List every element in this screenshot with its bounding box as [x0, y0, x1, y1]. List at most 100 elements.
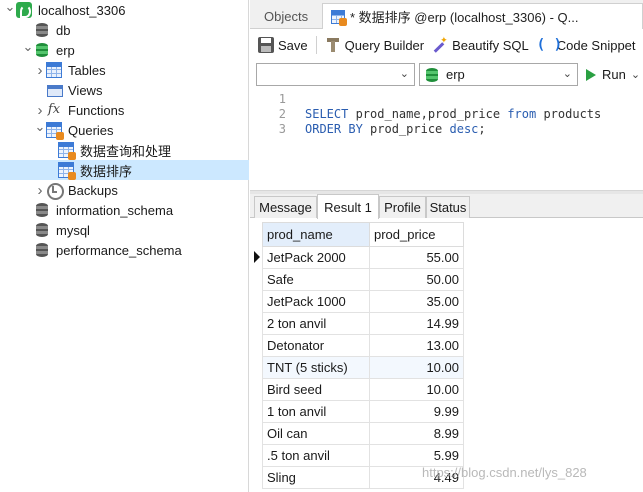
tab-query-editor[interactable]: * 数据排序 @erp (localhost_3306) - Q...: [322, 3, 643, 29]
cell-prod-name[interactable]: Safe: [262, 268, 370, 291]
connection-icon: [16, 2, 32, 18]
cell-prod-price[interactable]: 5.99: [369, 444, 464, 467]
tree-item[interactable]: ⌄ erp: [0, 37, 249, 60]
function-icon: fx: [47, 102, 61, 117]
cell-prod-price[interactable]: 10.00: [369, 378, 464, 401]
cell-prod-name[interactable]: Detonator: [262, 334, 370, 357]
table-row[interactable]: Oil can 8.99: [262, 422, 464, 445]
table-row[interactable]: Bird seed 10.00: [262, 378, 464, 401]
cell-prod-price[interactable]: 55.00: [369, 246, 464, 269]
tree-item[interactable]: performance_schema: [0, 240, 249, 260]
result-tab[interactable]: Status: [426, 196, 470, 218]
beautify-sql-label: Beautify SQL: [452, 37, 529, 53]
result-tabs: Message Result 1 Profile Status: [250, 194, 643, 219]
tree-item[interactable]: 数据查询和处理: [0, 140, 249, 160]
play-icon: [586, 68, 596, 81]
tree-item[interactable]: 数据排序: [0, 160, 249, 180]
table-row[interactable]: 1 ton anvil 9.99: [262, 400, 464, 423]
code-line: SELECT prod_name,prod_price from product…: [305, 107, 601, 121]
run-button[interactable]: Run ⌄: [586, 63, 640, 86]
tree-item[interactable]: ⌄ Queries: [0, 117, 249, 140]
chevron-down-icon[interactable]: ⌄: [34, 117, 46, 137]
query-builder-button[interactable]: Query Builder: [321, 33, 428, 57]
cell-prod-name[interactable]: JetPack 2000: [262, 246, 370, 269]
connection-select[interactable]: ⌄: [256, 63, 415, 86]
cell-prod-name[interactable]: Sling: [262, 466, 370, 489]
sql-keyword: from: [507, 107, 537, 121]
table-row[interactable]: .5 ton anvil 5.99: [262, 444, 464, 467]
cell-prod-price[interactable]: 9.99: [369, 400, 464, 423]
table-row[interactable]: Detonator 13.00: [262, 334, 464, 357]
chevron-right-icon[interactable]: ›: [34, 60, 46, 80]
line-number: 1: [278, 92, 286, 106]
tree-item-label: Backups: [68, 182, 118, 198]
database-select[interactable]: erp ⌄: [419, 63, 578, 86]
column-header-prod-price[interactable]: prod_price: [369, 222, 464, 247]
cell-prod-price[interactable]: 35.00: [369, 290, 464, 313]
navigator-sidebar: ⌄ localhost_3306 db ⌄ erp › Tables Views › fx Func…: [0, 0, 249, 492]
table-row[interactable]: JetPack 2000 55.00: [262, 246, 464, 269]
tree-item-label: information_schema: [56, 202, 174, 218]
query-icon: [58, 162, 76, 180]
tree-item[interactable]: › Backups: [0, 180, 249, 200]
query-icon: [58, 142, 76, 160]
tree-item-label: Queries: [68, 122, 114, 138]
cell-prod-name[interactable]: 1 ton anvil: [262, 400, 370, 423]
chevron-down-icon[interactable]: ⌄: [22, 37, 34, 57]
tree-item-label: Views: [68, 82, 103, 98]
table-header-row: prod_name prod_price: [262, 222, 464, 247]
database-icon: [424, 67, 440, 83]
run-dropdown-icon[interactable]: ⌄: [631, 68, 640, 81]
cell-prod-name[interactable]: .5 ton anvil: [262, 444, 370, 467]
tree-item[interactable]: › Tables: [0, 60, 249, 80]
tree-item[interactable]: information_schema: [0, 200, 249, 220]
result-grid[interactable]: prod_name prod_price JetPack 2000 55.00 Sa…: [250, 220, 643, 492]
code-line: ORDER BY prod_price desc;: [305, 122, 486, 136]
tree-item[interactable]: ⌄ localhost_3306: [0, 0, 249, 20]
tab-objects[interactable]: Objects: [256, 3, 322, 29]
code-snippet-button[interactable]: ( ) Code Snippet: [533, 33, 640, 57]
tree-item-label: mysql: [56, 222, 90, 238]
sql-editor[interactable]: 1 2 SELECT prod_name,prod_price from produ…: [250, 88, 643, 190]
tree-item-label: erp: [56, 42, 75, 58]
cell-prod-price[interactable]: 13.00: [369, 334, 464, 357]
parentheses-icon: ( ): [536, 37, 563, 53]
table-row[interactable]: Safe 50.00: [262, 268, 464, 291]
table-row[interactable]: TNT (5 sticks) 10.00: [262, 356, 464, 379]
cell-prod-price[interactable]: 50.00: [369, 268, 464, 291]
cell-prod-name[interactable]: TNT (5 sticks): [262, 356, 370, 379]
table-row[interactable]: 2 ton anvil 14.99: [262, 312, 464, 335]
result-tab[interactable]: Result 1: [317, 194, 379, 219]
sql-text: ;: [478, 122, 486, 136]
save-button[interactable]: Save: [254, 33, 312, 57]
table-row[interactable]: JetPack 1000 35.00: [262, 290, 464, 313]
query-folder-icon: [46, 122, 64, 140]
cell-prod-name[interactable]: Oil can: [262, 422, 370, 445]
database-icon: [34, 222, 50, 238]
result-tab[interactable]: Profile: [379, 196, 426, 218]
result-tab[interactable]: Message: [254, 196, 317, 218]
database-icon: [34, 202, 50, 218]
cell-prod-name[interactable]: Bird seed: [262, 378, 370, 401]
beautify-sql-button[interactable]: Beautify SQL: [428, 33, 533, 57]
column-header-prod-name[interactable]: prod_name: [262, 222, 370, 247]
tree-item[interactable]: Views: [0, 80, 249, 100]
tab-query-label: * 数据排序 @erp (localhost_3306) - Q...: [350, 10, 579, 25]
cell-prod-price[interactable]: 8.99: [369, 422, 464, 445]
table-icon: [46, 62, 62, 78]
chevron-down-icon[interactable]: ⌄: [4, 0, 16, 17]
cell-prod-name[interactable]: JetPack 1000: [262, 290, 370, 313]
cell-prod-price[interactable]: 10.00: [369, 356, 464, 379]
tree-item[interactable]: db: [0, 20, 249, 40]
chevron-right-icon[interactable]: ›: [34, 180, 46, 200]
sql-text: prod_price: [362, 122, 450, 136]
cell-prod-price[interactable]: 14.99: [369, 312, 464, 335]
cell-prod-name[interactable]: 2 ton anvil: [262, 312, 370, 335]
tree-item[interactable]: mysql: [0, 220, 249, 240]
